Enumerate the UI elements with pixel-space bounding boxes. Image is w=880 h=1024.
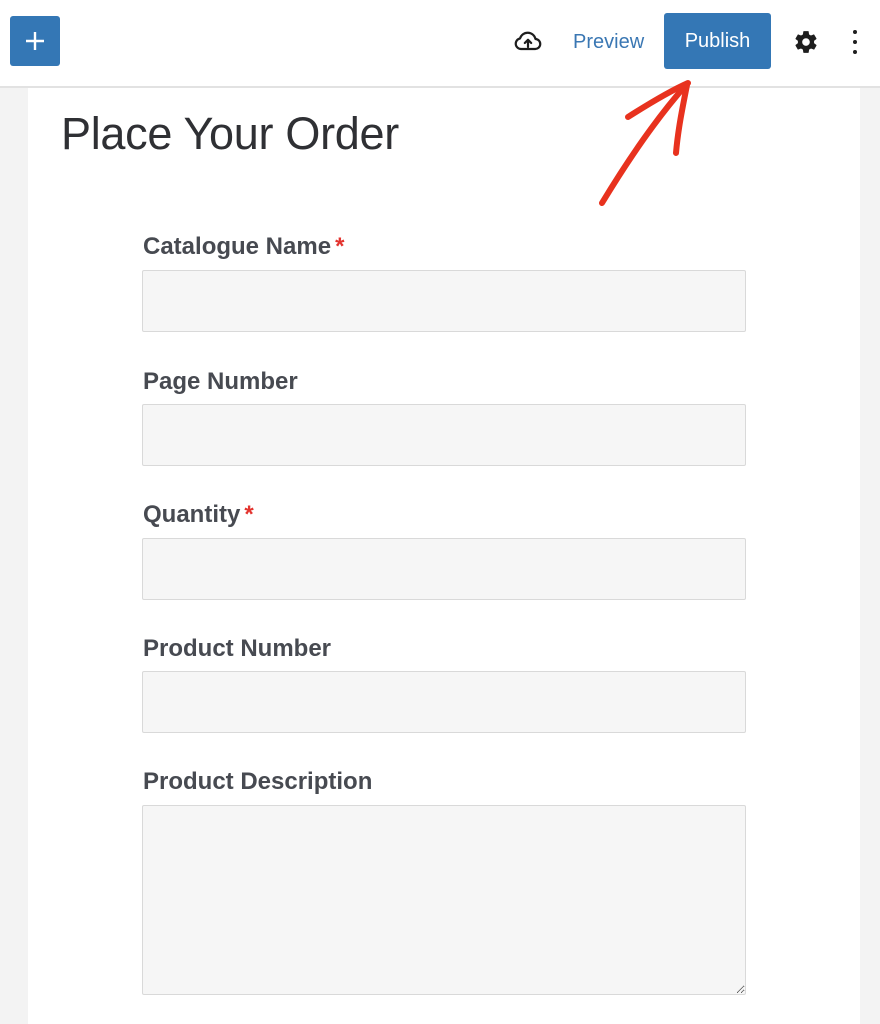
publish-button[interactable]: Publish (664, 13, 771, 69)
label-text: Product Description (143, 768, 373, 795)
preview-button[interactable]: Preview (565, 22, 652, 62)
save-draft-button[interactable] (512, 26, 544, 58)
settings-button[interactable] (790, 26, 822, 58)
plus-icon (26, 32, 44, 50)
ellipsis-dot (853, 50, 857, 54)
label-text: Product Number (143, 635, 332, 662)
required-asterisk: * (244, 501, 254, 528)
label-text: Catalogue Name (143, 233, 332, 260)
label-text: Quantity (143, 501, 241, 528)
required-asterisk: * (335, 233, 345, 260)
product-description-textarea[interactable] (142, 805, 746, 995)
more-options-button[interactable] (845, 24, 865, 60)
editor-toolbar: Preview Publish (0, 0, 880, 88)
page-number-input[interactable] (142, 404, 746, 466)
cloud-upload-icon (514, 31, 542, 51)
field-label-product-number: Product Number (143, 635, 331, 663)
field-label-catalogue-name: Catalogue Name * (143, 233, 344, 261)
gear-icon (795, 31, 817, 53)
product-number-input[interactable] (142, 671, 746, 733)
catalogue-name-input[interactable] (142, 270, 746, 332)
add-block-button[interactable] (10, 16, 60, 66)
label-text: Page Number (143, 368, 298, 395)
ellipsis-dot (853, 40, 857, 44)
field-label-page-number: Page Number (143, 368, 298, 396)
page-title[interactable]: Place Your Order (61, 108, 399, 160)
quantity-input[interactable] (142, 538, 746, 600)
field-label-product-description: Product Description (143, 768, 372, 796)
vertical-ellipsis-icon (853, 30, 857, 34)
field-label-quantity: Quantity * (143, 501, 254, 529)
